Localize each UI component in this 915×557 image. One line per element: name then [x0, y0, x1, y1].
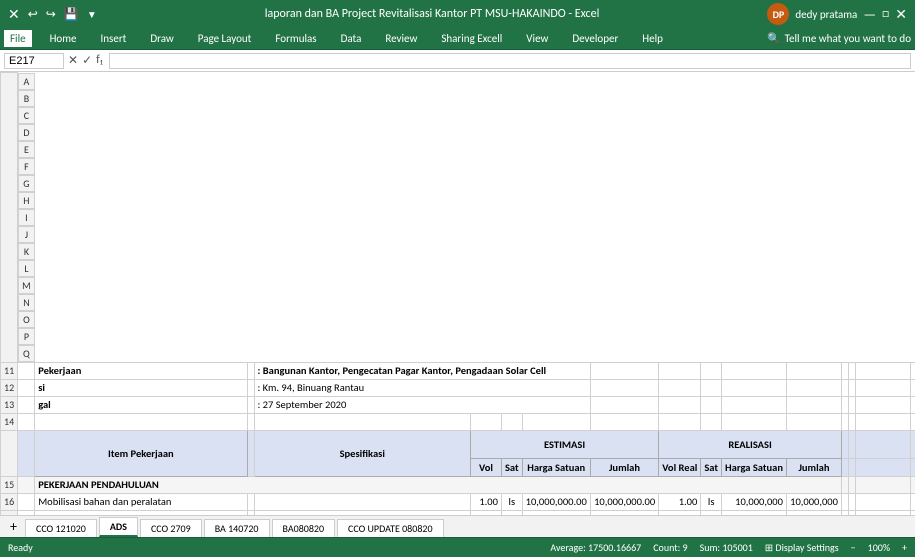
- column-header-row: Item Pekerjaan Spesifikasi ESTIMASI REAL…: [1, 430, 915, 458]
- cancel-formula-icon[interactable]: ✕: [68, 53, 78, 68]
- col-header-c[interactable]: C: [18, 107, 35, 124]
- tab-insert[interactable]: Insert: [95, 30, 133, 47]
- undo-icon[interactable]: ↩: [28, 7, 38, 22]
- col-header-rownum: [1, 73, 18, 363]
- status-left: Ready: [8, 541, 33, 554]
- count-status: Count: 9: [653, 541, 687, 554]
- col-header-n[interactable]: N: [18, 294, 35, 311]
- tab-review[interactable]: Review: [379, 30, 423, 47]
- close-button[interactable]: ✕: [895, 6, 907, 23]
- name-box[interactable]: [4, 53, 64, 69]
- sheet-tab-ba080820[interactable]: BA080820: [272, 519, 336, 537]
- col-header-m[interactable]: M: [18, 277, 35, 294]
- sheet-tabs: + CCO 121020 ADS CCO 2709 BA 140720 BA08…: [0, 515, 915, 537]
- insert-function-icon[interactable]: f₁: [96, 53, 103, 68]
- tab-view[interactable]: View: [520, 30, 554, 47]
- header-estimasi: ESTIMASI: [470, 430, 658, 458]
- title-bar-title: laporan dan BA Project Revitalisasi Kant…: [97, 7, 768, 21]
- table-row: 17 Direksi keet dan gudang kerja 1.00 ls…: [1, 510, 915, 515]
- table-row: 12 si : Km. 94, Binuang Rantau: [1, 379, 915, 396]
- table-row: 11 Pekerjaan : Bangunan Kantor, Pengecat…: [1, 362, 915, 379]
- tab-formulas[interactable]: Formulas: [269, 30, 322, 47]
- header-item: Item Pekerjaan: [35, 430, 247, 476]
- tab-data[interactable]: Data: [335, 30, 368, 47]
- header-harga-satuan2: Harga Satuan: [722, 458, 787, 476]
- tab-home[interactable]: Home: [44, 30, 83, 47]
- table-row: 13 gal : 27 September 2020: [1, 396, 915, 413]
- sheet-tab-ads[interactable]: ADS: [99, 517, 138, 537]
- tab-help[interactable]: Help: [636, 30, 669, 47]
- user-name: dedy pratama: [795, 8, 857, 21]
- col-header-q[interactable]: Q: [18, 345, 35, 362]
- header-sat2: Sat: [701, 458, 722, 476]
- spreadsheet: A B C D E F G H I J K L M N O P Q: [0, 72, 915, 515]
- zoom-level: 100%: [868, 541, 890, 554]
- col-header-l[interactable]: L: [18, 260, 35, 277]
- header-realisasi: REALISASI: [659, 430, 842, 458]
- col-header-g[interactable]: G: [18, 175, 35, 192]
- zoom-out-button[interactable]: −: [851, 541, 856, 554]
- sheet-tab-cco121020[interactable]: CCO 121020: [25, 519, 97, 537]
- tab-file[interactable]: File: [4, 30, 32, 47]
- col-header-k[interactable]: K: [18, 243, 35, 260]
- quick-access[interactable]: ▼: [87, 8, 97, 21]
- formula-input[interactable]: [109, 53, 911, 69]
- col-header-e[interactable]: E: [18, 141, 35, 158]
- title-bar: ✕ ↩ ↪ 💾 ▼ laporan dan BA Project Revital…: [0, 0, 915, 28]
- col-header-j[interactable]: J: [18, 226, 35, 243]
- table-row: 16 Mobilisasi bahan dan peralatan 1.00 l…: [1, 493, 915, 510]
- header-jumlah: Jumlah: [590, 458, 658, 476]
- title-bar-right: DP dedy pratama — □ ✕: [767, 3, 907, 25]
- table-area: A B C D E F G H I J K L M N O P Q: [0, 72, 915, 515]
- col-header-p[interactable]: P: [18, 328, 35, 345]
- redo-icon[interactable]: ↪: [46, 7, 56, 22]
- header-sat: Sat: [501, 458, 522, 476]
- sheet-tab-cco2709[interactable]: CCO 2709: [140, 519, 202, 537]
- maximize-button[interactable]: □: [882, 7, 889, 21]
- title-bar-left: ✕ ↩ ↪ 💾 ▼: [8, 6, 97, 23]
- col-header-b[interactable]: B: [18, 90, 35, 107]
- search-box[interactable]: 🔍 Tell me what you want to do: [767, 32, 911, 45]
- sheet-tab-ba140720[interactable]: BA 140720: [204, 519, 270, 537]
- header-vol: Vol: [470, 458, 501, 476]
- sheet-tab-cco080820[interactable]: CCO UPDATE 080820: [337, 519, 443, 537]
- col-header-h[interactable]: H: [18, 192, 35, 209]
- tab-draw[interactable]: Draw: [144, 30, 179, 47]
- status-right: Average: 17500.16667 Count: 9 Sum: 10500…: [550, 541, 907, 554]
- header-spesifikasi: Spesifikasi: [254, 430, 470, 476]
- table-row: 14: [1, 413, 915, 430]
- col-header-a[interactable]: A: [18, 73, 35, 90]
- sheet-table: A B C D E F G H I J K L M N O P Q: [0, 72, 915, 515]
- user-avatar[interactable]: DP: [767, 3, 789, 25]
- col-header-d[interactable]: D: [18, 124, 35, 141]
- col-header-i[interactable]: I: [18, 209, 35, 226]
- tab-developer[interactable]: Developer: [566, 30, 624, 47]
- header-vol-real: Vol Real: [659, 458, 701, 476]
- header-harga-satuan: Harga Satuan: [522, 458, 590, 476]
- table-row: 15 PEKERJAAN PENDAHULUAN: [1, 476, 915, 493]
- tab-pagelayout[interactable]: Page Layout: [192, 30, 258, 47]
- formula-bar: ✕ ✓ f₁: [0, 50, 915, 72]
- new-sheet-button[interactable]: +: [4, 516, 23, 537]
- tab-sharing[interactable]: Sharing Excell: [435, 30, 508, 47]
- average-status: Average: 17500.16667: [550, 541, 641, 554]
- search-icon: 🔍: [767, 32, 781, 45]
- header-jumlah2: Jumlah: [786, 458, 841, 476]
- sum-status: Sum: 105001: [700, 541, 753, 554]
- excel-icon: ✕: [8, 6, 20, 23]
- formula-icons: ✕ ✓ f₁: [68, 53, 103, 68]
- ribbon: File Home Insert Draw Page Layout Formul…: [0, 28, 915, 50]
- minimize-button[interactable]: —: [863, 6, 876, 23]
- save-icon[interactable]: 💾: [64, 7, 79, 22]
- ready-status: Ready: [8, 541, 33, 554]
- col-header-f[interactable]: F: [18, 158, 35, 175]
- confirm-formula-icon[interactable]: ✓: [82, 53, 92, 68]
- zoom-in-button[interactable]: +: [902, 541, 907, 554]
- display-settings[interactable]: ⊞ Display Settings: [765, 541, 839, 554]
- status-bar: Ready Average: 17500.16667 Count: 9 Sum:…: [0, 537, 915, 557]
- col-header-o[interactable]: O: [18, 311, 35, 328]
